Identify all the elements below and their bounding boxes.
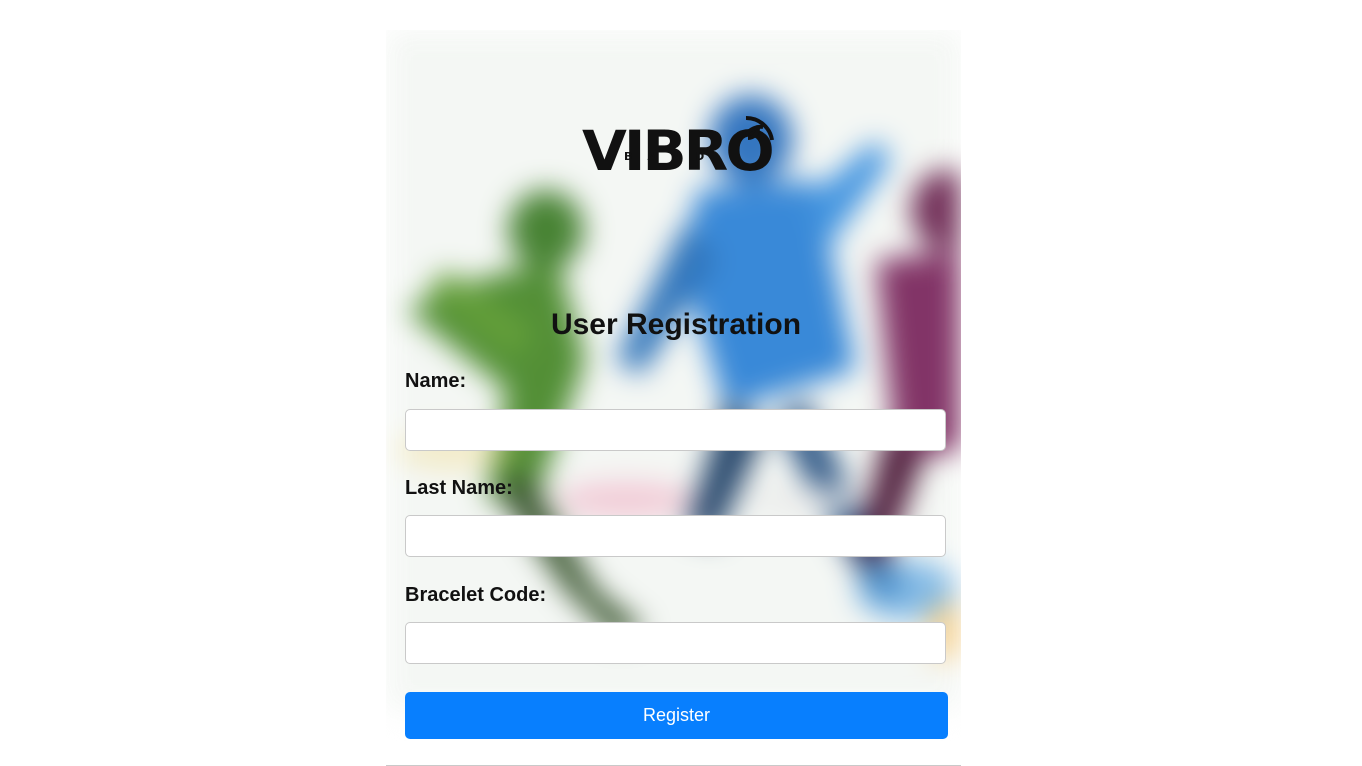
name-label: Name: [405,370,467,392]
bracelet-code-input[interactable] [405,622,946,664]
last-name-label: Last Name: [405,477,513,499]
last-name-input[interactable] [405,515,946,557]
name-input[interactable] [405,409,946,451]
registration-card: VIBRO BAND User Registration Name: Last … [386,30,961,766]
bracelet-code-label: Bracelet Code: [405,584,547,606]
page: VIBRO BAND User Registration Name: Last … [0,0,1362,766]
register-button[interactable]: Register [405,692,948,739]
logo-subtitle: BAND [624,150,720,163]
vibro-band-logo: VIBRO BAND [582,110,777,190]
page-title: User Registration [550,308,802,341]
signal-waves-icon [744,115,774,141]
